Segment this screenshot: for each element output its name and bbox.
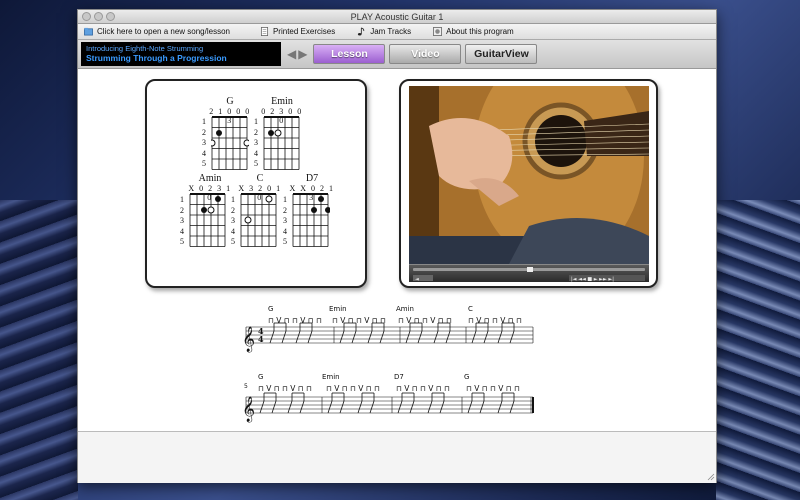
scrubber-handle[interactable] [527,267,533,272]
jam-tracks-label: Jam Tracks [370,27,412,36]
open-song-label: Click here to open a new song/lesson [97,27,230,36]
treble-clef-icon: 𝄞 [242,396,255,422]
jam-tracks-button[interactable]: Jam Tracks [357,27,411,36]
fret-numbers-c: 12345 [231,195,235,246]
open-folder-icon [84,27,93,36]
volume-control[interactable]: ◄ [413,275,433,283]
title-bar: PLAY Acoustic Guitar 1 [78,10,716,24]
chord-diagram-emin [263,116,300,170]
strumming-notation: G Emin Amin C ⊓ V ⊓ ⊓ V ⊓ ⊓ ⊓ V ⊓ ⊓ V ⊓ … [78,299,716,429]
staff1-chord-label: Amin [396,305,414,313]
staff1-lines [245,326,534,344]
staff2-chord-label: D7 [394,373,404,381]
prev-arrow-icon[interactable]: ◀ [287,47,296,61]
chord-diagram-c [240,193,277,247]
lesson-subtitle: Introducing Eighth-Note Strumming [86,44,204,53]
lesson-content: G 2 1 0 0 0 3 12345 Emin 0 2 3 0 0 0 123… [78,71,716,431]
music-note-icon [358,27,365,36]
staff1-chord-label: Emin [329,305,347,313]
lesson-info-box: Introducing Eighth-Note Strumming Strumm… [81,42,281,66]
video-player[interactable] [409,81,650,266]
app-window: PLAY Acoustic Guitar 1 Click here to ope… [77,9,717,483]
transport-buttons-icon[interactable]: |◄ ◄◄ ■ ► ►► ►| [571,277,614,283]
chord-name-d7: D7 [305,173,319,184]
fret-numbers-g: 12345 [202,117,206,168]
strum-pattern-m1: ⊓ V ⊓ ⊓ V ⊓ ⊓ [268,316,322,325]
strum-pattern-m8: ⊓ V ⊓ ⊓ V ⊓ ⊓ [466,384,520,393]
staff2-chord-label: G [464,373,469,381]
treble-clef-icon: 𝄞 [242,326,255,352]
chord-diagram-g [211,116,249,170]
lesson-nav-bar: Introducing Eighth-Note Strumming Strumm… [78,40,716,69]
lesson-title: Strumming Through a Progression [86,53,227,63]
window-controls [82,12,115,21]
fret-numbers-emin: 12345 [254,117,258,168]
time-sig-bottom: 4 [258,334,264,344]
staff1-chord-label: C [468,305,473,313]
chord-name-emin: Emin [271,96,293,107]
measure-number: 5 [244,383,248,390]
chord-diagram-amin [189,193,226,247]
staff2-chord-label: Emin [322,373,340,381]
strum-pattern-m5: ⊓ V ⊓ ⊓ V ⊓ ⊓ [258,384,312,393]
staff1-rhythm [269,322,515,344]
fret-numbers-amin: 12345 [180,195,184,246]
strum-pattern-m7: ⊓ V ⊓ ⊓ V ⊓ ⊓ [396,384,450,393]
about-icon [433,27,443,36]
tab-lesson[interactable]: Lesson [313,44,386,64]
chord-diagram-d7 [292,193,330,247]
tab-video[interactable]: Video [389,44,462,64]
printed-exercises-button[interactable]: Printed Exercises [260,27,335,36]
svg-text:◄: ◄ [415,277,419,283]
chord-name-c: C [256,173,264,184]
resize-grip-icon[interactable] [705,471,715,481]
about-program-button[interactable]: About this program [433,27,514,36]
desktop-background-right [716,200,800,500]
window-title: PLAY Acoustic Guitar 1 [350,12,444,22]
chord-name-g: G [226,96,234,107]
lesson-arrows: ◀ ▶ [287,47,307,61]
status-area [78,431,716,483]
staff2-chord-label: G [258,373,263,381]
staff1-chord-label: G [268,305,273,313]
chord-name-amin: Amin [198,173,222,184]
strum-pattern-m3: ⊓ V ⊓ ⊓ V ⊓ ⊓ [398,316,452,325]
chord-diagrams-panel: G 2 1 0 0 0 3 12345 Emin 0 2 3 0 0 0 123… [145,79,367,288]
open-song-button[interactable]: Click here to open a new song/lesson [84,27,230,36]
about-program-label: About this program [446,27,514,36]
guitar-video-frame [409,81,650,266]
zoom-window-button[interactable] [106,12,115,21]
menu-bar: Click here to open a new song/lesson Pri… [78,24,716,40]
minimize-window-button[interactable] [94,12,103,21]
video-panel: ◄ |◄ ◄◄ ■ ► ►► ►| [399,79,658,288]
next-arrow-icon[interactable]: ▶ [298,47,307,61]
printed-exercises-label: Printed Exercises [272,27,336,36]
strum-pattern-m2: ⊓ V ⊓ ⊓ V ⊓ ⊓ [332,316,386,325]
desktop-background-left [0,200,78,500]
strum-pattern-m6: ⊓ V ⊓ ⊓ V ⊓ ⊓ [326,384,380,393]
video-controls: ◄ |◄ ◄◄ ■ ► ►► ►| [409,264,649,283]
tab-guitarview[interactable]: GuitarView [465,44,538,64]
staff2-rhythm [259,392,515,414]
document-icon [260,27,268,36]
close-window-button[interactable] [82,12,91,21]
fret-numbers-d7: 12345 [283,195,287,246]
staff-notation-svg: G Emin Amin C ⊓ V ⊓ ⊓ V ⊓ ⊓ ⊓ V ⊓ ⊓ V ⊓ … [242,305,534,422]
